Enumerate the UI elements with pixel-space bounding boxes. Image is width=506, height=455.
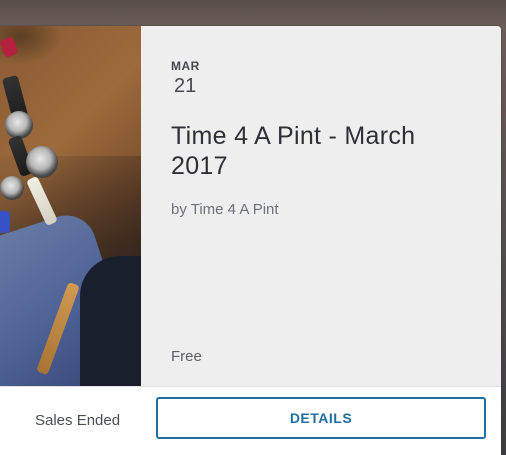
image-blue-item bbox=[0, 211, 10, 233]
page-background: MAR 21 Time 4 A Pint - March 2017 by Tim… bbox=[0, 0, 506, 455]
event-image[interactable] bbox=[0, 26, 141, 386]
image-watch-3 bbox=[0, 176, 24, 200]
event-title[interactable]: Time 4 A Pint - March 2017 bbox=[171, 121, 471, 181]
image-watch-2 bbox=[26, 146, 58, 178]
event-date-day: 21 bbox=[174, 75, 197, 97]
image-red-band bbox=[0, 36, 19, 58]
event-price: Free bbox=[171, 348, 202, 365]
event-organizer: by Time 4 A Pint bbox=[171, 201, 279, 218]
card-footer: Sales Ended DETAILS bbox=[0, 386, 501, 455]
event-card: MAR 21 Time 4 A Pint - March 2017 by Tim… bbox=[0, 26, 501, 455]
event-info[interactable]: MAR 21 Time 4 A Pint - March 2017 by Tim… bbox=[141, 26, 501, 386]
image-dark-area bbox=[80, 256, 141, 386]
event-date-month: MAR bbox=[171, 59, 200, 73]
details-button[interactable]: DETAILS bbox=[156, 397, 486, 439]
sales-status: Sales Ended bbox=[35, 412, 121, 429]
